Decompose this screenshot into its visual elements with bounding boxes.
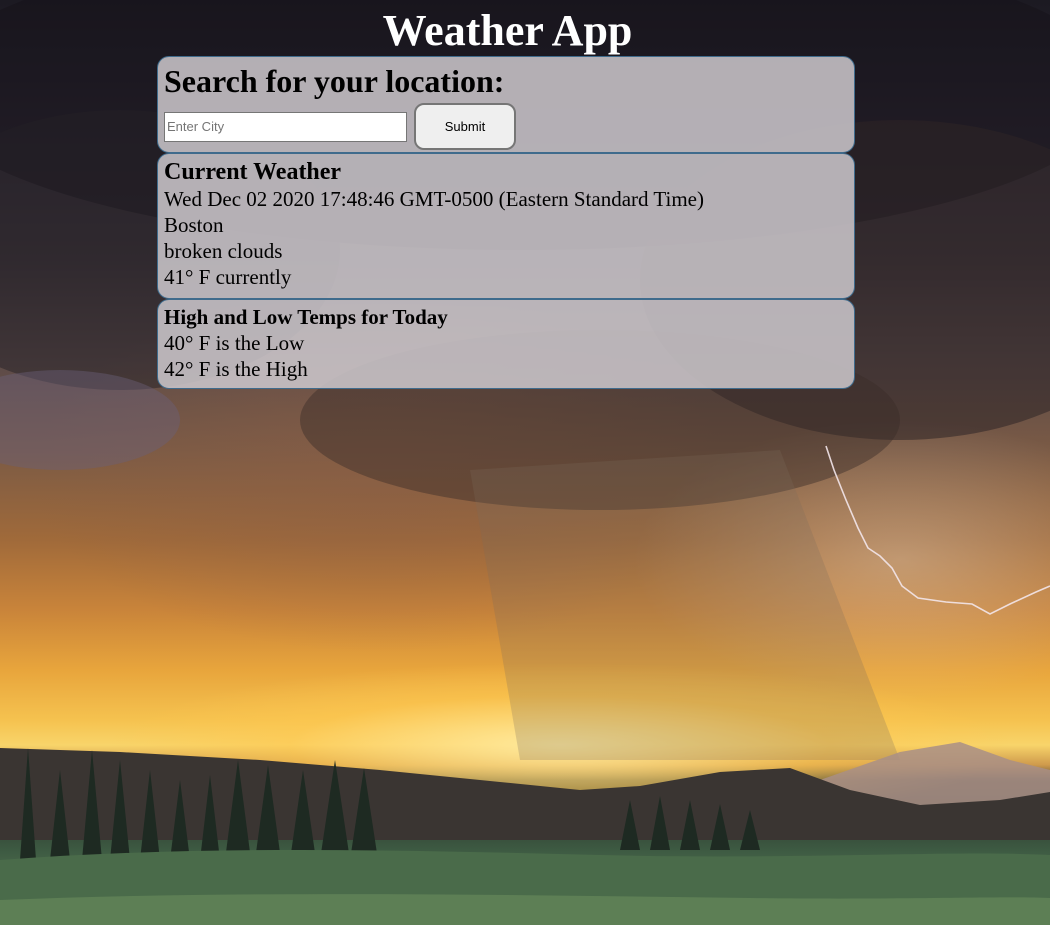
search-card: Search for your location: Submit bbox=[157, 56, 855, 153]
city-search-input[interactable] bbox=[164, 111, 407, 142]
current-datetime: Wed Dec 02 2020 17:48:46 GMT-0500 (Easte… bbox=[164, 187, 704, 211]
current-city: Boston bbox=[164, 213, 224, 237]
search-row: Submit bbox=[164, 103, 848, 150]
current-description: broken clouds bbox=[164, 239, 283, 263]
current-temperature: 41° F currently bbox=[164, 265, 292, 289]
high-low-heading: High and Low Temps for Today bbox=[164, 305, 448, 329]
high-temperature: 42° F is the High bbox=[164, 357, 308, 381]
low-temperature: 40° F is the Low bbox=[164, 331, 305, 355]
current-weather-card: Current Weather Wed Dec 02 2020 17:48:46… bbox=[157, 153, 855, 299]
high-low-card: High and Low Temps for Today 40° F is th… bbox=[157, 299, 855, 389]
current-weather-heading: Current Weather bbox=[164, 159, 342, 185]
search-heading: Search for your location: bbox=[164, 63, 505, 99]
submit-button[interactable]: Submit bbox=[414, 103, 516, 150]
app-title: Weather App bbox=[382, 6, 633, 55]
